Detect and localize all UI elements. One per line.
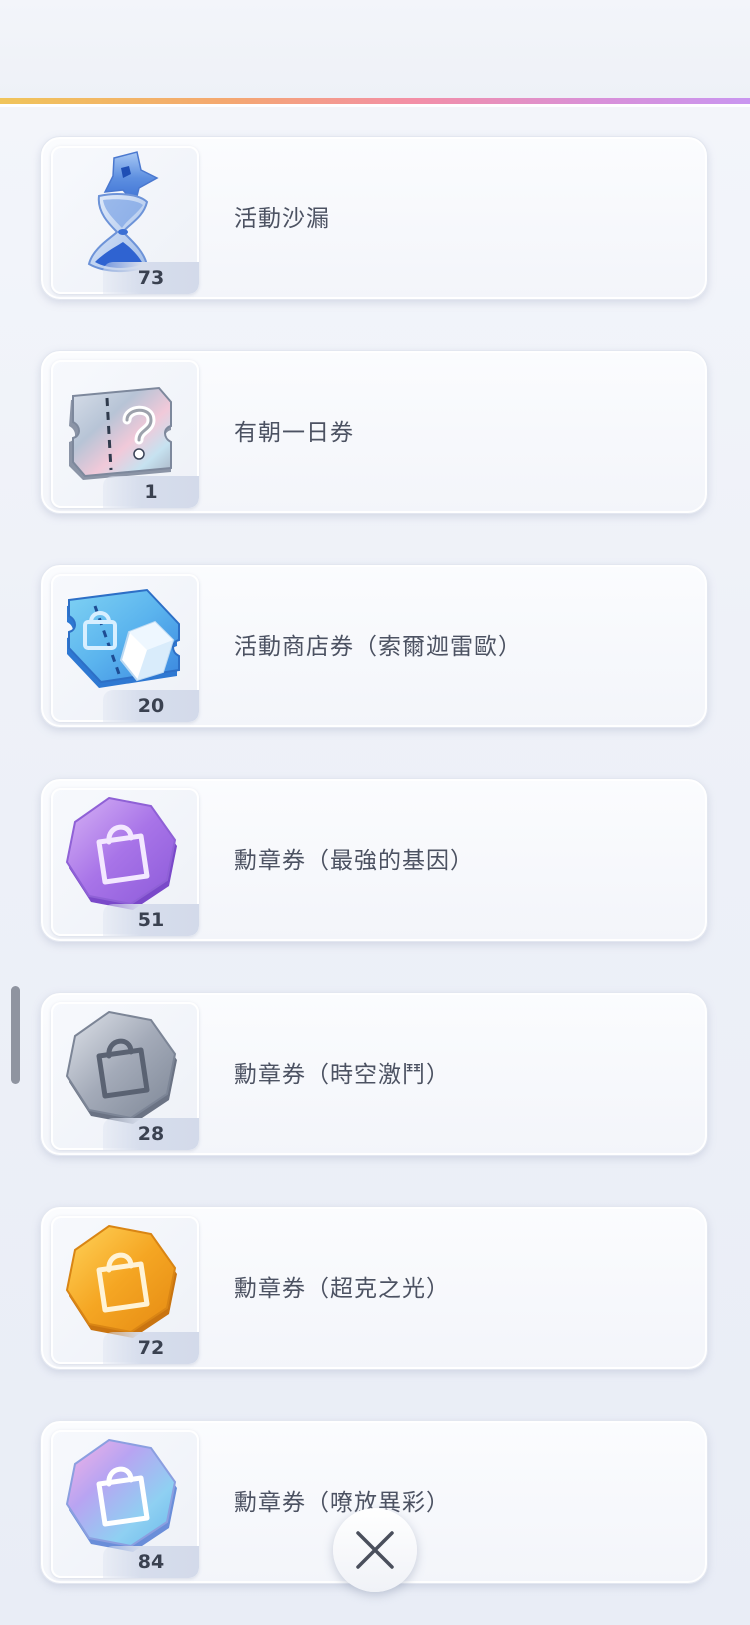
- item-icon-frame: 20: [51, 574, 199, 722]
- item-icon-frame: 1: [51, 360, 199, 508]
- header-divider: [0, 98, 750, 107]
- item-icon-frame: 51: [51, 788, 199, 936]
- medal-ticket-purple-icon: [65, 796, 177, 910]
- quantity-badge: 73: [103, 262, 199, 294]
- item-icon-frame: 72: [51, 1216, 199, 1364]
- list-item[interactable]: 1 有朝一日券: [40, 350, 708, 514]
- close-button[interactable]: [333, 1508, 417, 1592]
- list-item[interactable]: 28 勳章券（時空激鬥）: [40, 992, 708, 1156]
- item-name: 勳章券（最強的基因）: [234, 848, 474, 874]
- item-name: 活動商店券（索爾迦雷歐）: [234, 634, 522, 660]
- medal-ticket-gold-icon: [65, 1224, 177, 1338]
- item-icon-frame: 28: [51, 1002, 199, 1150]
- item-name: 有朝一日券: [234, 420, 354, 446]
- close-icon: [356, 1531, 394, 1569]
- quantity-badge: 20: [103, 690, 199, 722]
- list-item[interactable]: 51 勳章券（最強的基因）: [40, 778, 708, 942]
- header-area: [0, 0, 750, 98]
- scrollbar[interactable]: [11, 986, 20, 1084]
- item-list-screen: 73 活動沙漏 1 有朝一日券 20 活動商店券（索爾迦雷歐） 51 勳章券（最…: [0, 0, 750, 1625]
- item-name: 勳章券（時空激鬥）: [234, 1062, 450, 1088]
- item-icon-frame: 84: [51, 1430, 199, 1578]
- medal-ticket-silver-icon: [65, 1010, 177, 1124]
- item-name: 活動沙漏: [234, 206, 330, 232]
- quantity-badge: 51: [103, 904, 199, 936]
- quantity-badge: 28: [103, 1118, 199, 1150]
- mystery-ticket-icon: [69, 386, 172, 480]
- quantity-badge: 1: [103, 476, 199, 508]
- hourglass-icon: [87, 151, 159, 272]
- quantity-badge: 84: [103, 1546, 199, 1578]
- list-item[interactable]: 72 勳章券（超克之光）: [40, 1206, 708, 1370]
- quantity-badge: 72: [103, 1332, 199, 1364]
- item-name: 勳章券（超克之光）: [234, 1276, 450, 1302]
- list-item[interactable]: 73 活動沙漏: [40, 136, 708, 300]
- item-icon-frame: 73: [51, 146, 199, 294]
- shop-ticket-icon: [67, 588, 180, 688]
- list-item[interactable]: 20 活動商店券（索爾迦雷歐）: [40, 564, 708, 728]
- medal-ticket-rainbow-icon: [65, 1438, 177, 1552]
